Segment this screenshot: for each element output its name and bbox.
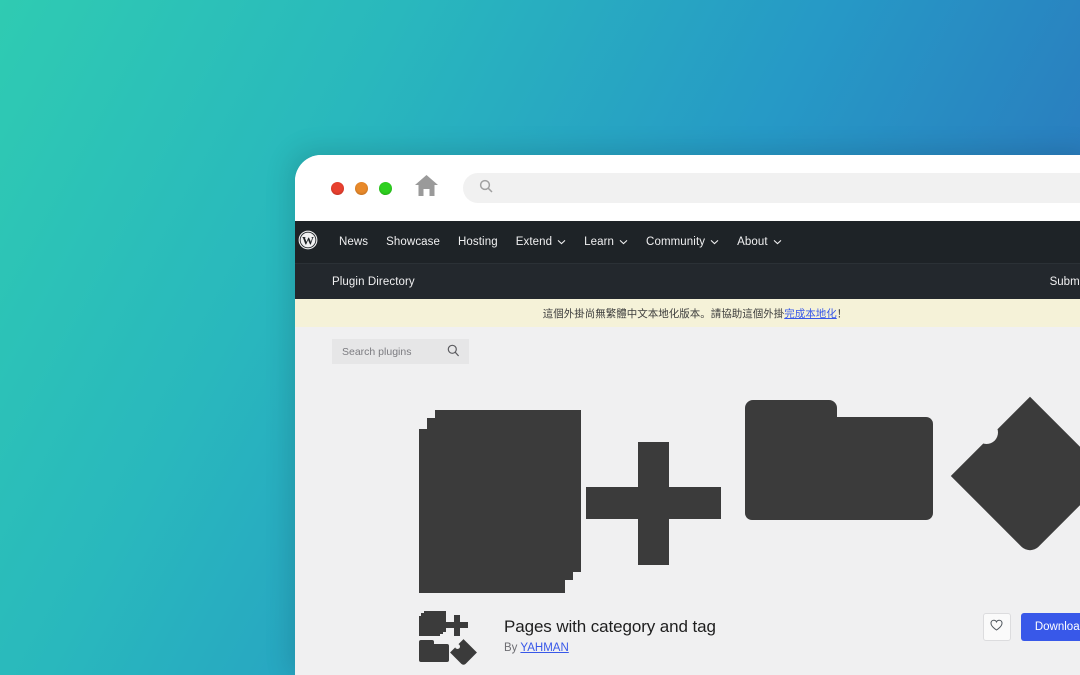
nav-list: News Showcase Hosting Extend Learn Commu…	[330, 236, 791, 248]
home-icon[interactable]	[414, 174, 439, 202]
nav-label: Extend	[515, 236, 553, 248]
tag-hole	[455, 644, 460, 649]
chevron-down-icon	[619, 236, 628, 248]
browser-window: W News Showcase Hosting Extend Learn Com…	[295, 155, 1080, 675]
plugin-title: Pages with category and tag	[504, 616, 716, 636]
tag-hole	[975, 421, 998, 444]
minimize-button[interactable]	[355, 181, 368, 195]
wordpress-global-nav: W News Showcase Hosting Extend Learn Com…	[295, 221, 1080, 263]
plugin-header: Pages with category and tag By YAHMAN Do…	[295, 593, 1080, 666]
plugin-directory-subnav: Plugin Directory Submit a	[295, 263, 1080, 299]
nav-item-community[interactable]: Community	[637, 236, 728, 248]
nav-item-about[interactable]: About	[728, 236, 791, 248]
search-placeholder: Search plugins	[342, 345, 412, 358]
chevron-down-icon	[773, 236, 782, 248]
nav-item-news[interactable]: News	[330, 236, 377, 248]
folder-icon	[745, 400, 933, 520]
plugin-icon	[419, 609, 477, 666]
download-button[interactable]: Download	[1020, 613, 1080, 641]
chevron-down-icon	[557, 236, 566, 248]
plugin-meta: Pages with category and tag By YAHMAN	[504, 617, 716, 654]
nav-label: Learn	[584, 236, 615, 248]
maximize-button[interactable]	[379, 181, 392, 195]
pages-stack-icon	[419, 611, 446, 636]
plugin-banner	[295, 378, 1080, 593]
page-sheet	[419, 616, 440, 636]
folder-icon	[419, 640, 449, 662]
search-icon[interactable]	[447, 344, 460, 360]
nav-label: News	[339, 236, 369, 248]
folder-body	[745, 417, 933, 520]
nav-label: About	[737, 236, 768, 248]
favorite-button[interactable]	[982, 613, 1011, 641]
tag-icon	[450, 639, 477, 666]
download-label: Download	[1034, 621, 1080, 633]
nav-label: Hosting	[458, 236, 498, 248]
wordpress-logo-icon[interactable]: W	[298, 230, 318, 255]
close-button[interactable]	[331, 181, 344, 195]
plus-bar-vertical	[454, 615, 460, 636]
notice-text-after: ！	[836, 307, 848, 320]
plugin-actions: Download	[982, 613, 1080, 641]
plugin-page-body: Search plugins Pages with category and t…	[295, 327, 1080, 675]
plus-bar-vertical	[638, 442, 669, 565]
search-row: Search plugins	[295, 327, 1080, 364]
search-input[interactable]: Search plugins	[332, 339, 469, 364]
tag-body	[950, 396, 1080, 556]
nav-item-hosting[interactable]: Hosting	[449, 236, 507, 248]
submit-plugin-link[interactable]: Submit a	[1050, 276, 1080, 288]
nav-item-learn[interactable]: Learn	[575, 236, 637, 248]
nav-label: Community	[646, 236, 706, 248]
page-sheet	[419, 429, 565, 593]
chevron-down-icon	[710, 236, 719, 248]
svg-text:W: W	[302, 233, 314, 247]
heart-icon	[990, 618, 1003, 636]
notice-localize-link[interactable]: 完成本地化	[784, 306, 837, 321]
locale-notice: 這個外掛尚無繁體中文本地化版本。請協助這個外掛 完成本地化！	[295, 299, 1080, 327]
search-icon	[479, 179, 493, 198]
url-bar[interactable]	[463, 173, 1080, 203]
breadcrumb[interactable]: Plugin Directory	[332, 276, 415, 288]
folder-body	[419, 644, 449, 662]
browser-chrome	[295, 155, 1080, 221]
plus-icon	[446, 615, 468, 636]
notice-text-before: 這個外掛尚無繁體中文本地化版本。請協助這個外掛	[542, 307, 785, 320]
tag-body	[450, 639, 477, 666]
pages-stack-icon	[419, 410, 581, 600]
plugin-author-link[interactable]: YAHMAN	[520, 642, 568, 654]
tag-icon	[950, 396, 1080, 556]
window-controls	[331, 181, 392, 195]
nav-item-showcase[interactable]: Showcase	[377, 236, 449, 248]
plugin-author-line: By YAHMAN	[504, 642, 716, 654]
by-label: By	[504, 641, 518, 654]
nav-item-extend[interactable]: Extend	[507, 236, 575, 248]
nav-label: Showcase	[386, 236, 441, 248]
plus-icon	[586, 442, 721, 565]
